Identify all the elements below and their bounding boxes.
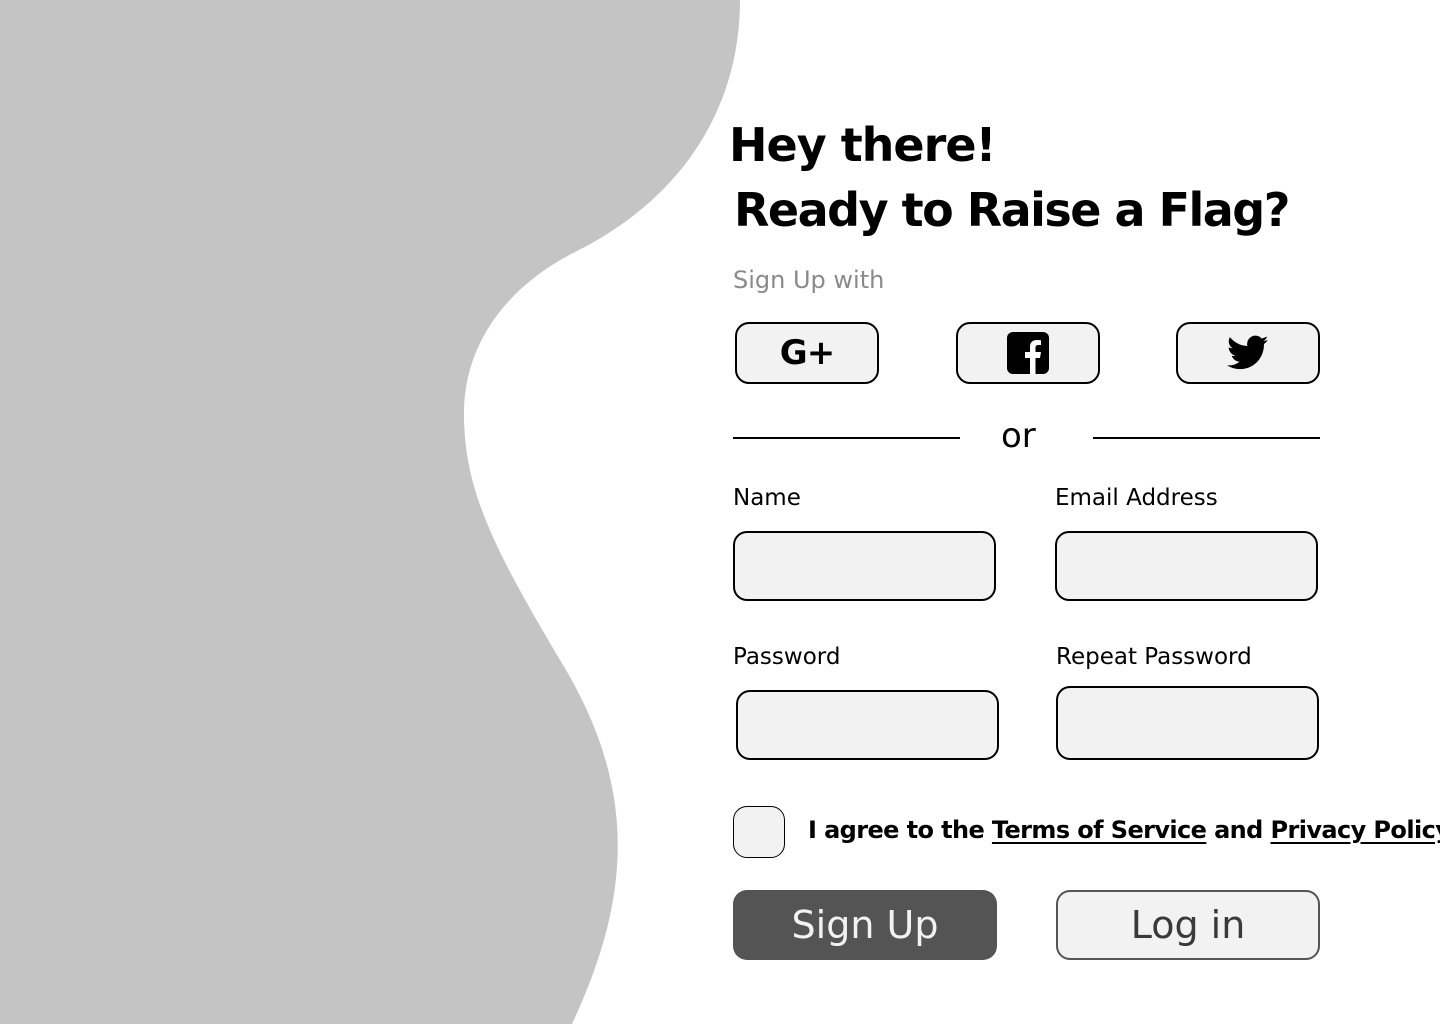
greeting-heading: Hey there! xyxy=(729,118,996,172)
agreement-conjunction: and xyxy=(1206,816,1271,844)
facebook-icon xyxy=(1007,332,1049,374)
privacy-policy-link[interactable]: Privacy Policy xyxy=(1271,816,1440,844)
password-label: Password xyxy=(733,644,841,670)
terms-agreement-text: I agree to the Terms of Service and Priv… xyxy=(808,816,1440,844)
password-field[interactable] xyxy=(736,690,999,760)
agreement-prefix: I agree to the xyxy=(808,816,992,844)
terms-of-service-link[interactable]: Terms of Service xyxy=(992,816,1207,844)
name-field[interactable] xyxy=(733,531,996,601)
google-plus-signup-button[interactable]: G+ xyxy=(735,322,879,384)
twitter-icon xyxy=(1227,335,1269,370)
divider-line-right xyxy=(1093,437,1320,439)
terms-agree-checkbox[interactable] xyxy=(733,806,785,858)
social-signup-prompt: Sign Up with xyxy=(733,266,885,294)
name-label: Name xyxy=(733,485,801,511)
repeat-password-field[interactable] xyxy=(1056,686,1319,760)
log-in-button[interactable]: Log in xyxy=(1056,890,1320,960)
email-label: Email Address xyxy=(1055,485,1218,511)
decorative-background-shape xyxy=(0,0,740,1024)
email-field[interactable] xyxy=(1055,531,1318,601)
google-plus-icon: G+ xyxy=(779,333,835,373)
facebook-signup-button[interactable] xyxy=(956,322,1100,384)
twitter-signup-button[interactable] xyxy=(1176,322,1320,384)
divider-label: or xyxy=(1001,416,1036,456)
sign-up-button[interactable]: Sign Up xyxy=(733,890,997,960)
page-title: Ready to Raise a Flag? xyxy=(734,183,1290,237)
repeat-password-label: Repeat Password xyxy=(1056,644,1252,670)
divider-line-left xyxy=(733,437,960,439)
